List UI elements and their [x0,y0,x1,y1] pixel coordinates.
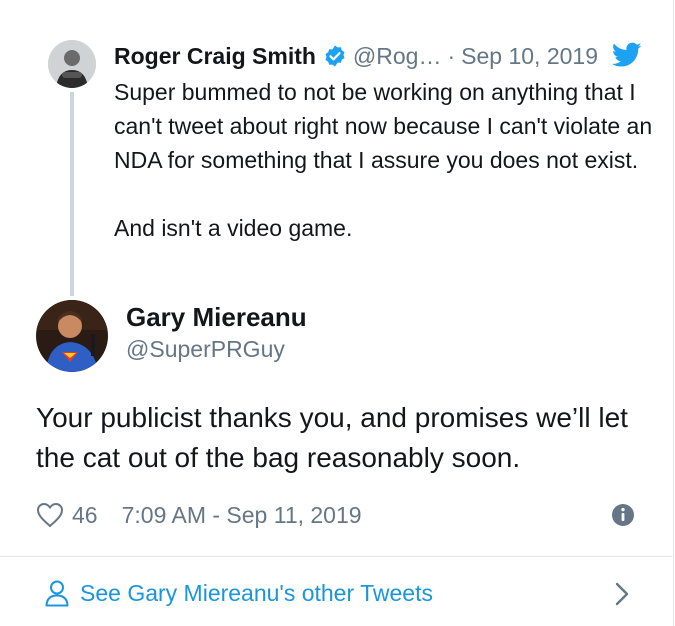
twitter-bird-icon[interactable] [611,42,642,68]
parent-tweet-date[interactable]: Sep 10, 2019 [461,43,598,70]
tweet-meta-row: 46 7:09 AM - Sep 11, 2019 [36,500,362,530]
thread-connector-line [70,92,74,296]
heart-icon[interactable] [36,502,64,528]
parent-author-name[interactable]: Roger Craig Smith [114,43,316,70]
embedded-tweet-card: Roger Craig Smith @Rog… · Sep 10, 2019 S… [0,0,674,626]
main-author-handle[interactable]: @SuperPRGuy [126,336,285,363]
main-tweet-text: Your publicist thanks you, and promises … [36,402,628,473]
tweet-timestamp[interactable]: 7:09 AM - Sep 11, 2019 [122,502,362,529]
parent-tweet-header: Roger Craig Smith @Rog… · Sep 10, 2019 [114,40,598,72]
separator-dot: · [447,42,456,69]
parent-tweet-text: Super bummed to not be working on anythi… [114,79,653,241]
parent-author-handle[interactable]: @Rog… [353,43,442,70]
user-icon [44,579,70,607]
like-count[interactable]: 46 [72,502,98,529]
see-other-tweets-label[interactable]: See Gary Miereanu's other Tweets [80,580,433,607]
parent-author-avatar[interactable] [48,40,96,88]
main-author-avatar[interactable] [36,300,108,372]
see-other-tweets-link[interactable]: See Gary Miereanu's other Tweets [44,576,433,610]
main-author-name[interactable]: Gary Miereanu [126,302,307,333]
footer-divider [0,556,674,557]
chevron-right-icon[interactable] [612,580,632,608]
info-icon[interactable] [611,503,635,527]
verified-badge-icon [323,44,347,68]
